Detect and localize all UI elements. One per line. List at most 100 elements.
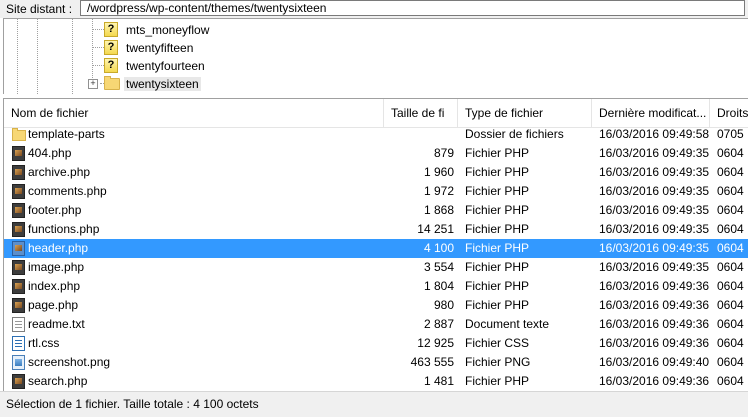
file-size: 2 887	[423, 317, 454, 331]
file-name: footer.php	[28, 203, 82, 217]
file-permissions: 0604	[717, 298, 744, 312]
file-name: page.php	[28, 298, 79, 312]
file-row[interactable]: readme.txt 2 887 Document texte 16/03/20…	[4, 315, 748, 334]
file-size: 3 554	[423, 260, 454, 274]
file-size	[388, 125, 454, 144]
file-size: 980	[433, 298, 454, 312]
column-header-permissions[interactable]: Droits	[710, 99, 748, 127]
status-bar: Sélection de 1 fichier. Taille totale : …	[0, 391, 748, 417]
file-row[interactable]: footer.php 1 868 Fichier PHP 16/03/2016 …	[4, 201, 748, 220]
file-type: Fichier PHP	[465, 146, 530, 160]
file-row[interactable]: functions.php 14 251 Fichier PHP 16/03/2…	[4, 220, 748, 239]
php-file-icon	[12, 146, 25, 161]
php-file-icon	[12, 165, 25, 180]
file-name: comments.php	[28, 184, 107, 198]
file-type: Fichier PHP	[465, 203, 530, 217]
php-file-icon	[12, 298, 25, 313]
file-permissions: 0604	[717, 241, 744, 255]
file-name: rtl.css	[28, 336, 60, 350]
file-type: Fichier PHP	[465, 260, 530, 274]
column-header-modified[interactable]: Dernière modificat...	[592, 99, 710, 127]
php-file-icon	[12, 241, 25, 256]
column-header-name[interactable]: Nom de fichier	[4, 99, 384, 127]
file-row[interactable]: rtl.css 12 925 Fichier CSS 16/03/2016 09…	[4, 334, 748, 353]
file-size: 1 804	[423, 279, 454, 293]
tree-item-label: twentysixteen	[124, 77, 201, 91]
remote-file-list[interactable]: Nom de fichier Taille de fi Type de fich…	[3, 98, 748, 392]
tree-guide-line	[92, 47, 104, 48]
file-row[interactable]: index.php 1 804 Fichier PHP 16/03/2016 0…	[4, 277, 748, 296]
file-name: 404.php	[28, 146, 72, 160]
file-size: 1 960	[423, 165, 454, 179]
file-size: 4 100	[423, 241, 454, 255]
file-row-selected[interactable]: header.php 4 100 Fichier PHP 16/03/2016 …	[4, 239, 748, 258]
folder-icon	[104, 76, 120, 90]
file-row[interactable]: template-parts Dossier de fichiers 16/03…	[4, 125, 748, 144]
remote-path-input[interactable]: /wordpress/wp-content/themes/twentysixte…	[80, 0, 745, 16]
file-size: 1 972	[423, 184, 454, 198]
question-folder-icon: ?	[104, 22, 118, 37]
file-row[interactable]: page.php 980 Fichier PHP 16/03/2016 09:4…	[4, 296, 748, 315]
file-row[interactable]: 404.php 879 Fichier PHP 16/03/2016 09:49…	[4, 144, 748, 163]
css-file-icon	[12, 336, 25, 351]
file-modified: 16/03/2016 09:49:35	[599, 260, 710, 274]
file-permissions: 0604	[717, 146, 744, 160]
php-file-icon	[12, 279, 25, 294]
tree-guide-line	[72, 19, 73, 94]
file-name: header.php	[28, 241, 89, 255]
tree-guide-line	[92, 65, 104, 66]
file-name: readme.txt	[28, 317, 85, 331]
file-size: 1 481	[423, 374, 454, 388]
file-type: Fichier PHP	[465, 165, 530, 179]
image-file-icon	[12, 355, 25, 370]
file-size: 14 251	[417, 222, 454, 236]
file-row[interactable]: search.php 1 481 Fichier PHP 16/03/2016 …	[4, 372, 748, 391]
file-row[interactable]: screenshot.png 463 555 Fichier PNG 16/03…	[4, 353, 748, 372]
file-modified: 16/03/2016 09:49:35	[599, 222, 710, 236]
file-size: 12 925	[417, 336, 454, 350]
php-file-icon	[12, 184, 25, 199]
file-permissions: 0604	[717, 260, 744, 274]
tree-item-label: twentyfifteen	[126, 41, 194, 55]
file-name: search.php	[28, 374, 88, 388]
file-modified: 16/03/2016 09:49:35	[599, 241, 710, 255]
file-type: Document texte	[465, 317, 550, 331]
column-header-size[interactable]: Taille de fi	[384, 99, 458, 127]
column-header-type[interactable]: Type de fichier	[458, 99, 592, 127]
file-modified: 16/03/2016 09:49:36	[599, 317, 710, 331]
file-modified: 16/03/2016 09:49:40	[599, 355, 710, 369]
file-row[interactable]: comments.php 1 972 Fichier PHP 16/03/201…	[4, 182, 748, 201]
file-modified: 16/03/2016 09:49:36	[599, 336, 710, 350]
file-row[interactable]: image.php 3 554 Fichier PHP 16/03/2016 0…	[4, 258, 748, 277]
file-permissions: 0604	[717, 165, 744, 179]
folder-icon	[12, 128, 26, 141]
expand-toggle-icon[interactable]: +	[88, 79, 98, 89]
file-modified: 16/03/2016 09:49:35	[599, 165, 710, 179]
file-permissions: 0604	[717, 336, 744, 350]
file-type: Fichier PHP	[465, 374, 530, 388]
file-type: Fichier PHP	[465, 298, 530, 312]
file-type: Fichier PHP	[465, 184, 530, 198]
php-file-icon	[12, 260, 25, 275]
file-size: 1 868	[423, 203, 454, 217]
remote-site-label: Site distant :	[6, 2, 73, 16]
remote-site-bar: Site distant : /wordpress/wp-content/the…	[0, 0, 748, 18]
file-name: image.php	[28, 260, 85, 274]
remote-directory-tree[interactable]: ? mts_moneyflow ? twentyfifteen ? twenty…	[3, 18, 748, 94]
file-permissions: 0604	[717, 374, 744, 388]
file-type: Fichier PHP	[465, 279, 530, 293]
file-permissions: 0705	[717, 127, 744, 141]
file-list-header: Nom de fichier Taille de fi Type de fich…	[4, 99, 748, 128]
file-modified: 16/03/2016 09:49:36	[599, 298, 710, 312]
file-modified: 16/03/2016 09:49:58	[599, 127, 710, 141]
file-modified: 16/03/2016 09:49:35	[599, 184, 710, 198]
file-permissions: 0604	[717, 222, 744, 236]
file-permissions: 0604	[717, 317, 744, 331]
question-folder-icon: ?	[104, 40, 118, 55]
file-size: 463 555	[410, 355, 454, 369]
file-row[interactable]: archive.php 1 960 Fichier PHP 16/03/2016…	[4, 163, 748, 182]
php-file-icon	[12, 203, 25, 218]
file-modified: 16/03/2016 09:49:35	[599, 203, 710, 217]
file-name: template-parts	[28, 127, 105, 141]
tree-guide-line	[92, 29, 104, 30]
